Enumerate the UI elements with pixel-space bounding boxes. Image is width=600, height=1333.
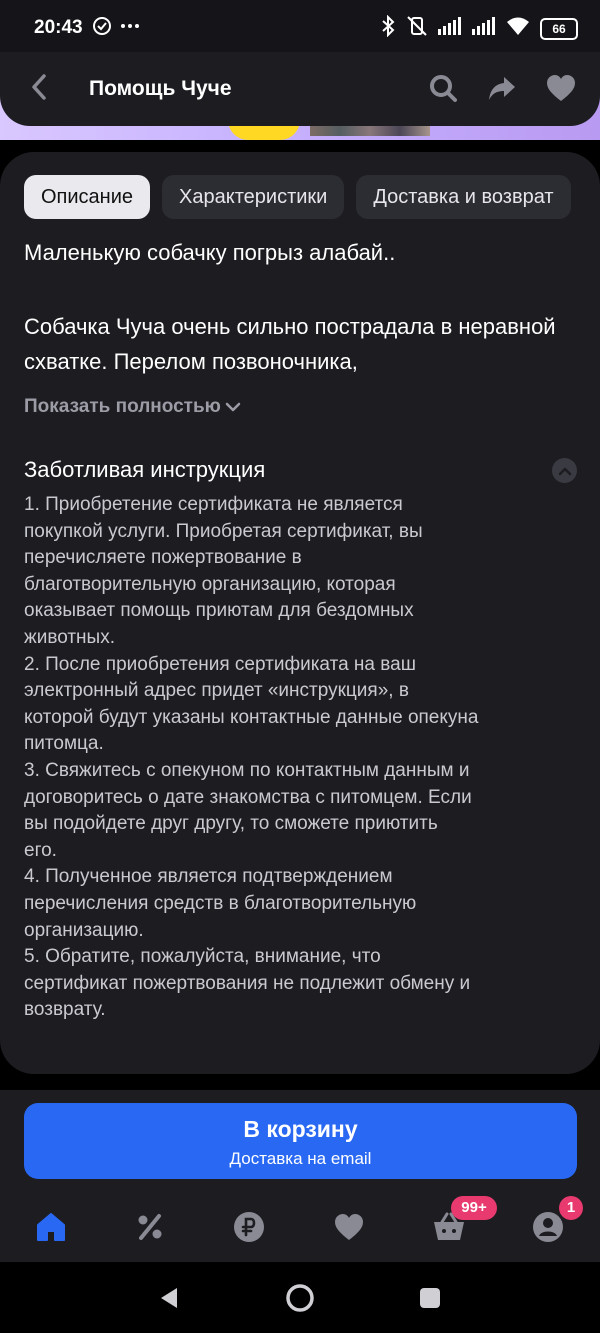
instruction-line: 3. Свяжитесь с опекуном по контактным да…	[24, 759, 470, 781]
add-to-cart-button[interactable]: В корзину Доставка на email	[24, 1103, 577, 1179]
show-more-label: Показать полностью	[24, 396, 221, 417]
bottom-nav: 99+ 1	[0, 1196, 600, 1258]
system-back-button[interactable]	[153, 1282, 185, 1314]
system-nav-bar	[0, 1262, 600, 1333]
instruction-line: питомца.	[24, 733, 104, 755]
more-icon	[120, 16, 140, 41]
status-bar: 20:43 66	[0, 0, 600, 60]
instruction-line: перечисляете пожертвование в	[24, 547, 302, 569]
tab-delivery-return[interactable]: Доставка и возврат	[356, 175, 571, 219]
instruction-line: 4. Полученное является подтверждением	[24, 866, 393, 888]
collapse-button[interactable]	[552, 458, 577, 483]
instruction-line: оказывает помощь приютам для бездомных	[24, 600, 414, 622]
nav-payments[interactable]	[231, 1209, 267, 1245]
back-icon	[32, 74, 46, 100]
chevron-up-icon	[558, 467, 571, 475]
add-to-cart-label: В корзину	[243, 1116, 358, 1142]
signal-icon	[438, 17, 462, 40]
signal-icon	[472, 17, 496, 40]
recents-square-icon	[420, 1288, 440, 1308]
instruction-line: которой будут указаны контактные данные …	[24, 706, 479, 728]
nav-home[interactable]	[33, 1209, 69, 1245]
wifi-icon	[506, 16, 530, 41]
tab-bar: Описание Характеристики Доставка и возвр…	[24, 175, 571, 219]
back-triangle-icon	[161, 1288, 177, 1308]
bluetooth-icon	[380, 14, 396, 42]
heart-icon	[547, 75, 575, 101]
ruble-icon	[234, 1212, 264, 1242]
instruction-text: 1. Приобретение сертификата не является …	[24, 492, 564, 1024]
share-icon	[489, 77, 515, 100]
status-time: 20:43	[34, 17, 83, 38]
description-card: Описание Характеристики Доставка и возвр…	[0, 152, 600, 1074]
top-app-bar: Помощь Чуче	[0, 52, 600, 126]
back-button[interactable]	[22, 70, 56, 104]
show-more-link[interactable]: Показать полностью	[24, 396, 241, 418]
instruction-line: перечисления средств в благотворительную	[24, 892, 417, 914]
description-paragraph: Маленькую собачку погрыз алабай..	[24, 240, 396, 265]
favorite-button[interactable]	[545, 72, 577, 104]
instruction-line: сертификат пожертвования не подлежит обм…	[24, 972, 471, 994]
discount-icon	[138, 1214, 162, 1240]
heart-icon	[335, 1214, 363, 1240]
instruction-line: его.	[24, 839, 57, 861]
page-title: Помощь Чуче	[89, 77, 232, 100]
chevron-down-icon	[225, 402, 241, 412]
instruction-line: договоритесь о дате знакомства с питомце…	[24, 786, 472, 808]
description-paragraph: Собачка Чуча очень сильно пострадала в н…	[24, 314, 556, 374]
instruction-line: животных.	[24, 626, 115, 648]
vibrate-off-icon	[406, 15, 428, 42]
instruction-line: вы подойдете друг другу, то сможете прию…	[24, 813, 438, 835]
instruction-line: 1. Приобретение сертификата не является	[24, 494, 403, 515]
instruction-line: электронный адрес придет «инструкция», в	[24, 680, 409, 702]
delivery-sublabel: Доставка на email	[229, 1149, 372, 1168]
instruction-line: благотворительную организацию, которая	[24, 573, 396, 595]
instruction-line: 2. После приобретения сертификата на ваш	[24, 653, 416, 675]
system-home-button[interactable]	[284, 1282, 316, 1314]
search-button[interactable]	[427, 72, 459, 104]
battery-icon: 66	[540, 17, 578, 40]
nav-favorites[interactable]	[331, 1209, 367, 1245]
instruction-line: возврату.	[24, 999, 106, 1021]
home-circle-icon	[286, 1284, 314, 1312]
home-icon	[37, 1213, 65, 1241]
instruction-line: 5. Обратите, пожалуйста, внимание, что	[24, 946, 381, 968]
cart-badge: 99+	[451, 1196, 497, 1220]
profile-badge: 1	[559, 1196, 583, 1220]
nav-discounts[interactable]	[132, 1209, 168, 1245]
instruction-title: Заботливая инструкция	[24, 457, 266, 482]
instruction-line: покупкой услуги. Приобретая сертификат, …	[24, 520, 423, 542]
share-button[interactable]	[486, 72, 518, 104]
instruction-line: организацию.	[24, 919, 144, 941]
search-icon	[430, 75, 457, 102]
profile-icon	[533, 1212, 563, 1242]
bottom-panel: В корзину Доставка на email 99+ 1	[0, 1090, 600, 1262]
tab-characteristics[interactable]: Характеристики	[162, 175, 345, 219]
system-recents-button[interactable]	[414, 1282, 446, 1314]
tab-description[interactable]: Описание	[24, 175, 151, 219]
sync-icon	[92, 16, 112, 41]
